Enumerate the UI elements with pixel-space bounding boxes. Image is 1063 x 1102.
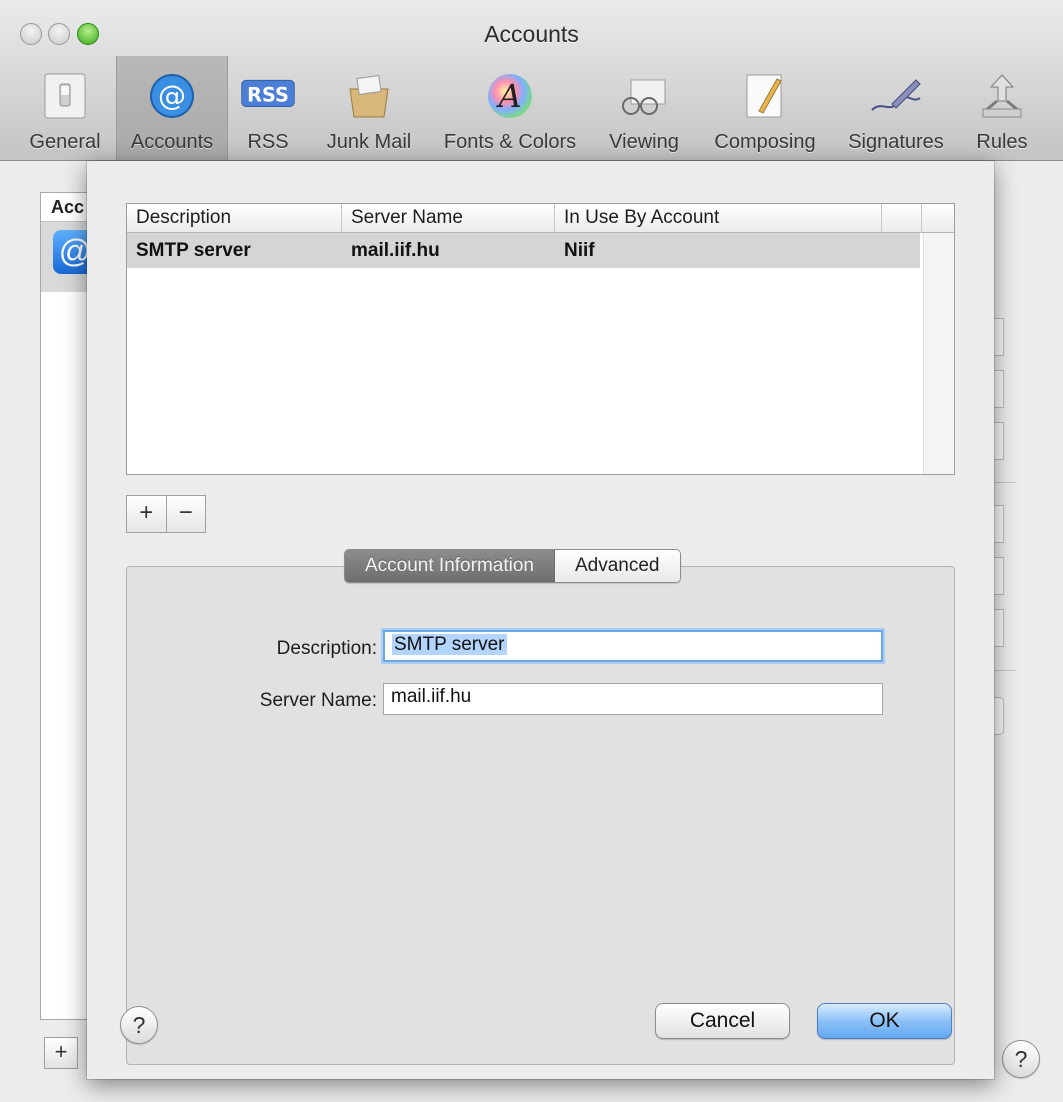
table-scrollbar[interactable] <box>923 233 954 474</box>
description-value: SMTP server <box>392 634 507 655</box>
help-button[interactable]: ? <box>120 1006 158 1044</box>
description-label: Description: <box>276 638 377 659</box>
preferences-toolbar: General @ Accounts RSS RSS Junk Mail A F… <box>0 56 1063 160</box>
column-header-in-use-by[interactable]: In Use By Account <box>555 204 882 232</box>
bg-help-button[interactable]: ? <box>1002 1040 1040 1078</box>
rules-icon <box>974 70 1030 122</box>
column-header-empty <box>882 204 922 232</box>
toolbar-item-rules[interactable]: Rules <box>962 56 1042 160</box>
toolbar-item-junk-mail[interactable]: Junk Mail <box>314 56 424 160</box>
glasses-icon <box>616 70 672 122</box>
tab-control: Account Information Advanced <box>344 549 681 583</box>
at-sign-icon: @ <box>144 70 200 122</box>
server-details-tab-panel: Description: SMTP server Server Name: ma… <box>126 566 955 1065</box>
toolbar-item-general[interactable]: General <box>20 56 110 160</box>
toolbar-item-fonts-colors[interactable]: A Fonts & Colors <box>430 56 590 160</box>
toolbar-item-composing[interactable]: Composing <box>700 56 830 160</box>
cell-description: SMTP server <box>136 240 251 261</box>
smtp-server-table: Description Server Name In Use By Accoun… <box>126 203 955 475</box>
table-header: Description Server Name In Use By Accoun… <box>127 204 954 233</box>
ok-button[interactable]: OK <box>817 1003 952 1039</box>
add-server-button[interactable]: + <box>127 496 167 532</box>
column-header-server-name[interactable]: Server Name <box>342 204 555 232</box>
server-name-label: Server Name: <box>259 690 377 711</box>
tab-advanced[interactable]: Advanced <box>554 550 680 582</box>
svg-text:RSS: RSS <box>247 83 289 106</box>
junk-mail-icon <box>341 70 397 122</box>
toolbar-label: Fonts & Colors <box>443 131 577 153</box>
description-field[interactable]: SMTP server <box>383 630 883 662</box>
toolbar-label: Composing <box>714 131 816 153</box>
toolbar-item-signatures[interactable]: Signatures <box>836 56 956 160</box>
signature-pen-icon <box>868 70 924 122</box>
cancel-button[interactable]: Cancel <box>655 1003 790 1039</box>
toolbar-label: RSS <box>247 131 289 153</box>
toolbar-item-viewing[interactable]: Viewing <box>598 56 690 160</box>
cell-in-use-by: Niif <box>564 240 595 261</box>
fonts-colors-icon: A <box>482 70 538 122</box>
toolbar-label: Junk Mail <box>326 131 412 153</box>
server-name-field[interactable]: mail.iif.hu <box>383 683 883 715</box>
toolbar-label: Viewing <box>609 131 679 153</box>
svg-text:@: @ <box>158 79 186 112</box>
preferences-window: Accounts General @ Accounts RSS RSS Junk… <box>0 0 1063 1102</box>
server-name-value: mail.iif.hu <box>391 686 472 707</box>
switch-icon <box>37 70 93 122</box>
toolbar-label: Accounts <box>130 131 214 153</box>
add-remove-control: + − <box>126 495 206 533</box>
tab-account-information[interactable]: Account Information <box>345 550 555 582</box>
toolbar-label: Signatures <box>848 131 944 153</box>
bg-add-account-button[interactable]: + <box>44 1037 78 1069</box>
remove-server-button[interactable]: − <box>167 496 206 532</box>
pencil-icon <box>737 70 793 122</box>
column-header-description[interactable]: Description <box>127 204 342 232</box>
toolbar-label: Rules <box>976 131 1028 153</box>
rss-icon: RSS <box>240 70 296 122</box>
svg-text:A: A <box>495 77 521 115</box>
toolbar-item-rss[interactable]: RSS RSS <box>232 56 304 160</box>
bg-divider <box>994 670 1016 671</box>
smtp-server-list-sheet: Description Server Name In Use By Accoun… <box>87 161 994 1079</box>
toolbar-label: General <box>29 131 101 153</box>
window-title: Accounts <box>484 21 579 47</box>
title-bar: Accounts General @ Accounts RSS RSS Junk… <box>0 0 1063 161</box>
table-row[interactable]: SMTP server mail.iif.hu Niif <box>127 233 920 268</box>
bg-divider <box>994 482 1016 483</box>
toolbar-item-accounts[interactable]: @ Accounts <box>116 56 228 160</box>
cell-server-name: mail.iif.hu <box>351 240 440 261</box>
